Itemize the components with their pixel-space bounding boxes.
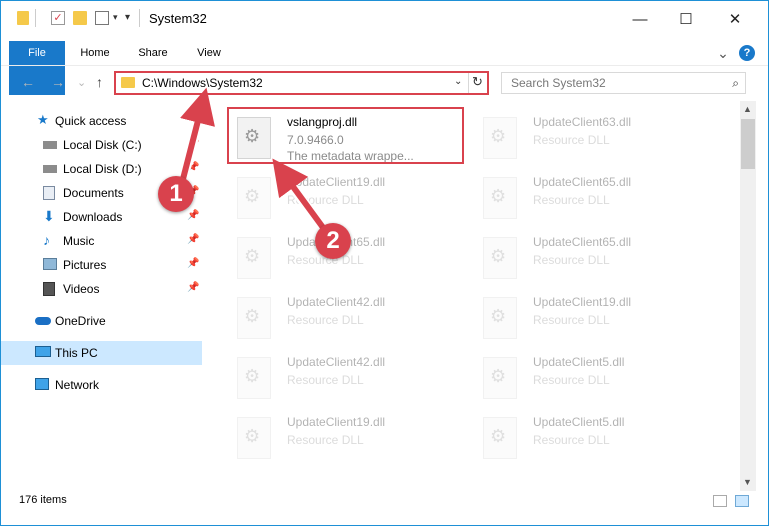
step-1-badge: 1 xyxy=(158,176,194,212)
arrow-2 xyxy=(272,158,330,235)
explorer-window: ✓ ▾ ▾ System32 — ☐ ✕ File Home Share Vie… xyxy=(0,0,769,526)
step-2-badge: 2 xyxy=(315,223,351,259)
arrow-1 xyxy=(180,87,215,180)
annotation-arrows xyxy=(178,87,331,236)
